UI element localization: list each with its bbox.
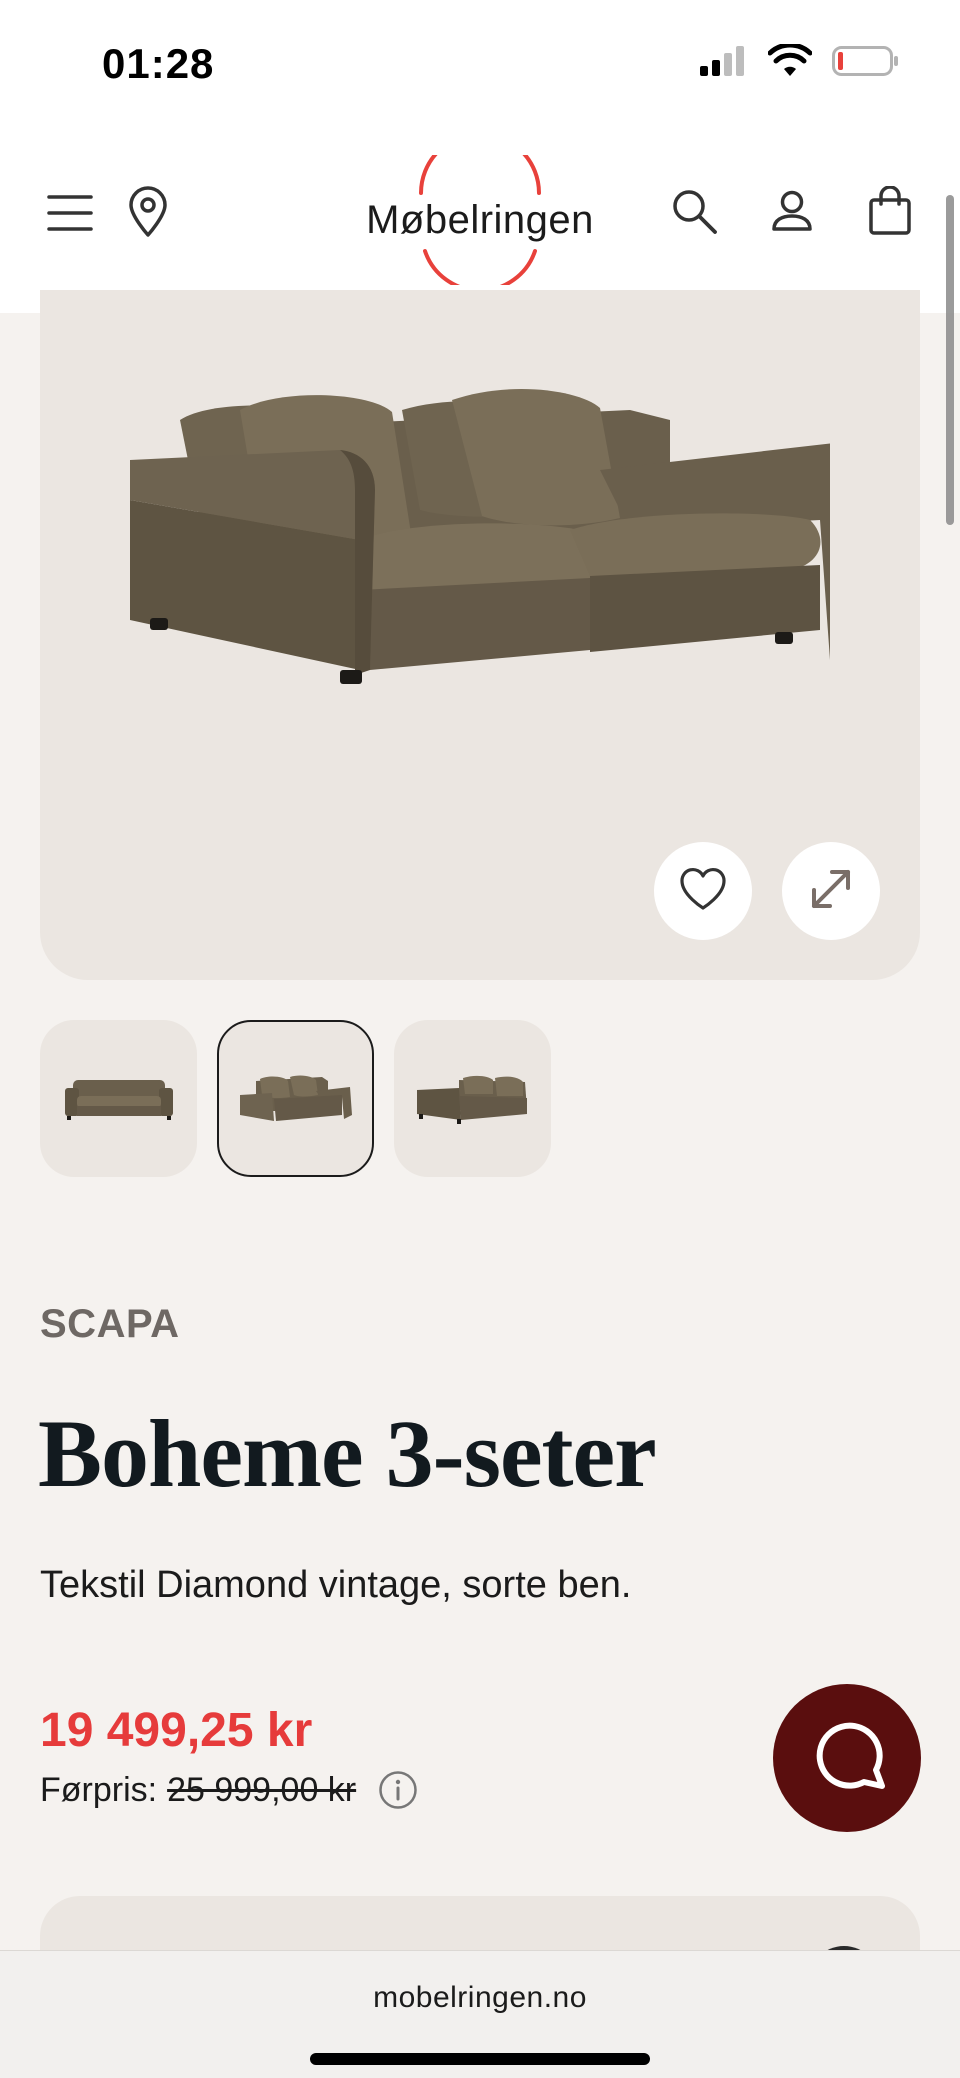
product-image-main[interactable] [40, 290, 920, 980]
image-thumbnails [40, 1020, 551, 1177]
url-address[interactable]: mobelringen.no [0, 1981, 960, 2015]
user-icon [770, 189, 814, 238]
site-logo[interactable]: Møbelringen [355, 155, 605, 285]
battery-icon [832, 44, 900, 83]
search-button[interactable] [664, 183, 724, 243]
site-header: Møbelringen [0, 125, 960, 313]
heart-icon [678, 866, 728, 917]
shopping-bag-icon [868, 184, 912, 241]
sofa-thumbnail-image [64, 1079, 173, 1120]
signal-icon [700, 44, 748, 83]
store-locator-button[interactable] [118, 181, 178, 247]
logo-text: Møbelringen [366, 197, 594, 242]
wifi-icon [767, 42, 813, 83]
thumbnail-angle[interactable] [217, 1020, 374, 1177]
previous-price-label: Førpris: [40, 1770, 158, 1809]
expand-icon [806, 864, 856, 919]
page-scrollbar[interactable] [946, 195, 954, 525]
favorite-button[interactable] [654, 842, 752, 940]
location-pin-icon [127, 185, 169, 243]
menu-icon [47, 193, 93, 238]
thumbnail-front[interactable] [40, 1020, 197, 1177]
info-icon[interactable] [378, 1770, 418, 1810]
search-icon [670, 187, 718, 240]
status-bar: 01:28 [0, 0, 960, 125]
status-time: 01:28 [102, 40, 215, 87]
product-title: Boheme 3-seter [38, 1400, 657, 1507]
sofa-thumbnail-image [239, 1075, 352, 1121]
sofa-thumbnail-image [416, 1075, 527, 1124]
previous-price-row: Førpris: 25 999,00 kr [40, 1770, 418, 1810]
status-icons [700, 42, 900, 83]
product-description: Tekstil Diamond vintage, sorte ben. [40, 1564, 632, 1606]
product-brand[interactable]: SCAPA [40, 1302, 180, 1347]
chat-button[interactable] [773, 1684, 921, 1832]
chat-icon [808, 1720, 886, 1797]
account-button[interactable] [762, 183, 822, 243]
thumbnail-side[interactable] [394, 1020, 551, 1177]
sofa-image [130, 388, 830, 684]
product-price: 19 499,25 kr [40, 1704, 313, 1757]
home-indicator[interactable] [310, 2053, 650, 2065]
menu-button[interactable] [40, 185, 100, 245]
previous-price-value: 25 999,00 kr [167, 1770, 357, 1809]
cart-button[interactable] [860, 181, 920, 245]
browser-bar: mobelringen.no [0, 1950, 960, 2078]
expand-image-button[interactable] [782, 842, 880, 940]
